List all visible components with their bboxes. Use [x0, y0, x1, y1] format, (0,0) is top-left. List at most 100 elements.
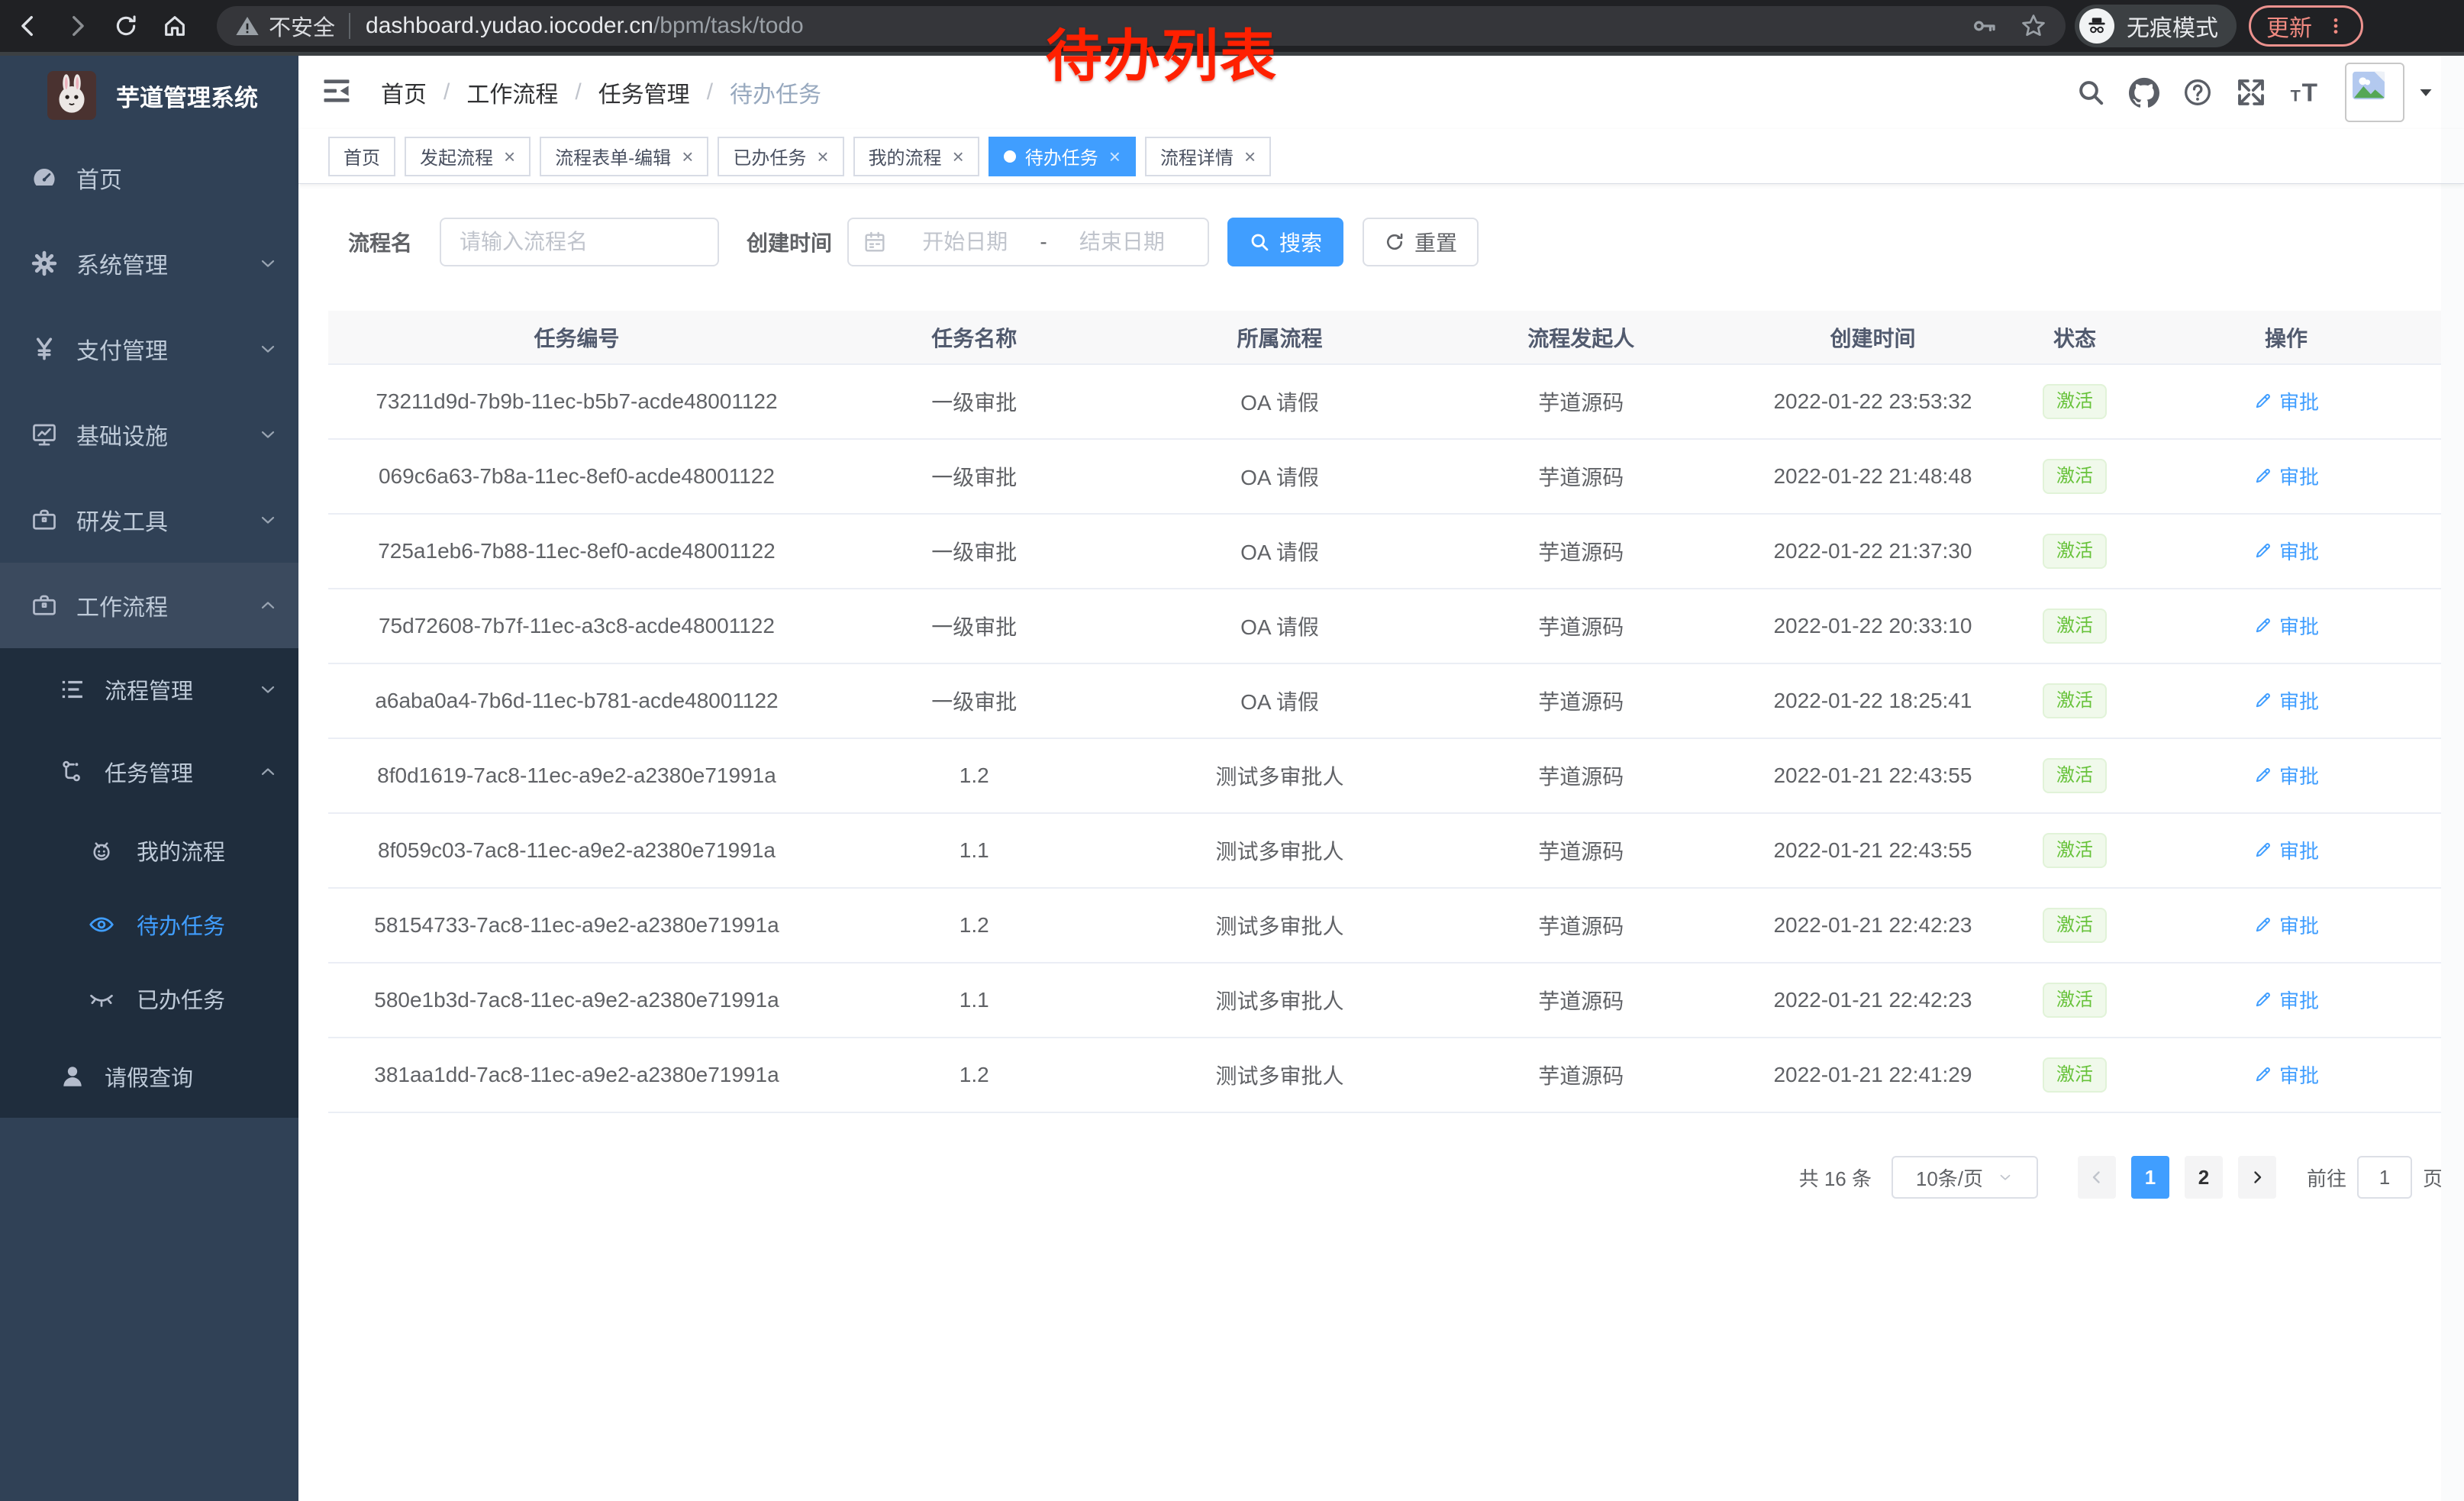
bookmark-star-icon[interactable]	[2020, 12, 2047, 40]
cell-action: 审批	[2130, 589, 2443, 663]
tab-done-task[interactable]: 已办任务×	[718, 137, 843, 176]
key-icon[interactable]	[1971, 12, 1998, 40]
sidebar-item-todo-task[interactable]: 待办任务	[0, 887, 298, 961]
reset-button[interactable]: 重置	[1363, 218, 1479, 266]
font-size-icon[interactable]: TT	[2287, 75, 2322, 110]
breadcrumb-item[interactable]: 首页	[381, 76, 427, 109]
cell-id: 069c6a63-7b8a-11ec-8ef0-acde48001122	[328, 439, 825, 514]
sidebar-item-system-mgmt[interactable]: 系统管理	[0, 221, 298, 306]
close-icon[interactable]: ×	[682, 147, 693, 166]
help-icon[interactable]	[2180, 75, 2215, 110]
browser-reload-icon[interactable]	[108, 8, 144, 44]
sidebar-item-workflow[interactable]: 工作流程	[0, 563, 298, 648]
approve-link[interactable]: 审批	[2253, 387, 2319, 415]
cell-id: 580e1b3d-7ac8-11ec-a9e2-a2380e71991a	[328, 963, 825, 1038]
table-row: 580e1b3d-7ac8-11ec-a9e2-a2380e71991a1.1测…	[328, 963, 2443, 1038]
browser-back-icon[interactable]	[11, 8, 46, 44]
sidebar-item-done-task[interactable]: 已办任务	[0, 961, 298, 1035]
sidebar-item-dev-tools[interactable]: 研发工具	[0, 477, 298, 563]
search-icon[interactable]	[2073, 75, 2108, 110]
page-size-select[interactable]: 10条/页	[1892, 1156, 2038, 1199]
cell-action: 审批	[2130, 963, 2443, 1038]
tab-process-detail[interactable]: 流程详情 ×	[1145, 137, 1271, 176]
github-icon[interactable]	[2127, 75, 2162, 110]
cell-starter: 芋道源码	[1436, 439, 1725, 514]
avatar[interactable]	[2345, 63, 2404, 122]
chevron-down-icon	[257, 338, 279, 360]
date-range-picker[interactable]: -	[847, 218, 1209, 266]
approve-link[interactable]: 审批	[2253, 1060, 2319, 1089]
kebab-menu-icon[interactable]	[2326, 16, 2346, 36]
approve-link[interactable]: 审批	[2253, 761, 2319, 789]
search-button[interactable]: 搜索	[1227, 218, 1343, 266]
approve-link[interactable]: 审批	[2253, 462, 2319, 490]
cell-time: 2022-01-21 22:43:55	[1726, 738, 2020, 813]
sidebar-item-home[interactable]: 首页	[0, 135, 298, 221]
prev-page-button[interactable]	[2078, 1156, 2116, 1199]
close-icon[interactable]: ×	[1109, 147, 1121, 166]
approve-link[interactable]: 审批	[2253, 612, 2319, 640]
browser-home-icon[interactable]	[157, 8, 192, 44]
table-row: 725a1eb6-7b88-11ec-8ef0-acde48001122一级审批…	[328, 514, 2443, 589]
close-icon[interactable]: ×	[817, 147, 828, 166]
cell-id: 8f059c03-7ac8-11ec-a9e2-a2380e71991a	[328, 813, 825, 888]
approve-link[interactable]: 审批	[2253, 986, 2319, 1014]
annotation-overlay: 待办列表	[1046, 11, 1278, 92]
sidebar-item-task-mgmt[interactable]: 任务管理	[0, 731, 298, 813]
cell-id: 58154733-7ac8-11ec-a9e2-a2380e71991a	[328, 888, 825, 963]
tab-my-process[interactable]: 我的流程×	[853, 137, 979, 176]
close-icon[interactable]: ×	[504, 147, 515, 166]
close-icon[interactable]: ×	[953, 147, 964, 166]
update-button[interactable]: 更新	[2249, 5, 2363, 47]
process-name-input[interactable]	[440, 218, 719, 266]
cell-process: OA 请假	[1124, 589, 1437, 663]
tab-initiate-process[interactable]: 发起流程×	[405, 137, 531, 176]
breadcrumb-item[interactable]: 任务管理	[598, 76, 690, 109]
chevron-right-icon	[2248, 1168, 2266, 1186]
cell-starter: 芋道源码	[1436, 663, 1725, 738]
next-page-button[interactable]	[2238, 1156, 2276, 1199]
sidebar-item-leave-query[interactable]: 请假查询	[0, 1035, 298, 1118]
approve-link[interactable]: 审批	[2253, 686, 2319, 715]
sidebar-item-infrastructure[interactable]: 基础设施	[0, 392, 298, 477]
status-badge: 激活	[2043, 534, 2107, 569]
sidebar-item-process-mgmt[interactable]: 流程管理	[0, 648, 298, 731]
scrollbar-track[interactable]	[2441, 56, 2464, 1501]
create-time-label: 创建时间	[747, 227, 832, 257]
table-row: 58154733-7ac8-11ec-a9e2-a2380e71991a1.2测…	[328, 888, 2443, 963]
start-date-input[interactable]	[893, 229, 1037, 255]
chevron-down-icon	[257, 679, 279, 700]
page-button-2[interactable]: 2	[2185, 1156, 2223, 1199]
end-date-input[interactable]	[1050, 229, 1194, 255]
page-button-1[interactable]: 1	[2131, 1156, 2169, 1199]
incognito-badge: 无痕模式	[2075, 5, 2237, 47]
edit-icon	[2253, 615, 2273, 635]
app-logo[interactable]: 芋道管理系统	[0, 56, 298, 135]
approve-link[interactable]: 审批	[2253, 911, 2319, 939]
column-header: 任务名称	[825, 311, 1124, 364]
browser-forward-icon[interactable]	[60, 8, 95, 44]
chevron-down-icon	[257, 253, 279, 274]
sidebar-item-payment-mgmt[interactable]: 支付管理	[0, 306, 298, 392]
tab-form-edit[interactable]: 流程表单-编辑×	[540, 137, 708, 176]
breadcrumb-item[interactable]: 工作流程	[466, 76, 558, 109]
close-icon[interactable]: ×	[1244, 147, 1256, 166]
hamburger-icon[interactable]	[320, 74, 356, 111]
cell-status: 激活	[2020, 813, 2130, 888]
goto-page-input[interactable]	[2357, 1156, 2412, 1199]
breadcrumb-item: 待办任务	[730, 76, 821, 109]
edit-icon	[2253, 840, 2273, 860]
tab-todo-task[interactable]: 待办任务×	[989, 137, 1136, 176]
status-badge: 激活	[2043, 1057, 2107, 1093]
approve-link[interactable]: 审批	[2253, 537, 2319, 565]
approve-label: 审批	[2279, 836, 2319, 864]
sidebar-item-my-process[interactable]: 我的流程	[0, 813, 298, 887]
cell-starter: 芋道源码	[1436, 589, 1725, 663]
cell-action: 审批	[2130, 813, 2443, 888]
security-label[interactable]: 不安全	[269, 10, 335, 42]
caret-down-icon[interactable]	[2417, 83, 2435, 102]
approve-link[interactable]: 审批	[2253, 836, 2319, 864]
tab-label: 流程详情	[1160, 143, 1234, 169]
tab-home[interactable]: 首页	[328, 137, 395, 176]
fullscreen-icon[interactable]	[2233, 75, 2269, 110]
